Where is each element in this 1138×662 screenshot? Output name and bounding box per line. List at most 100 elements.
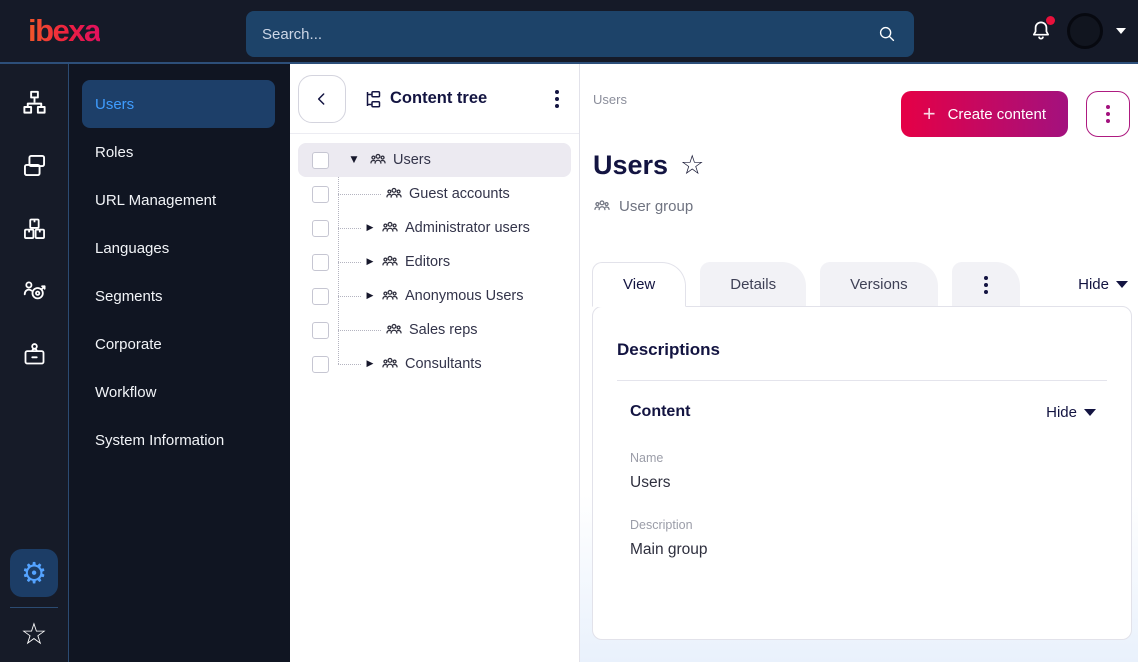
create-content-button[interactable]: + Create content [900, 91, 1068, 137]
tree-item-checkbox[interactable] [312, 219, 329, 237]
caret-down-icon [1084, 408, 1096, 416]
app-shell: ⚙ ☆ Users Roles URL Management Languages… [0, 64, 1138, 662]
segmentation-target-icon[interactable] [10, 267, 58, 315]
sidebar-item-system-information[interactable]: System Information [82, 416, 275, 464]
tree-connector [338, 329, 381, 331]
breadcrumb[interactable]: Users [593, 92, 627, 107]
tree-item-checkbox[interactable] [312, 321, 329, 339]
field-name: Name Users [630, 451, 1107, 492]
ibexa-logo[interactable]: ibexa [28, 13, 101, 49]
sidebar-item-label: System Information [95, 431, 225, 449]
sidebar-item-label: Corporate [95, 335, 162, 353]
sidebar-item-url-management[interactable]: URL Management [82, 176, 275, 224]
page-actions: + Create content [900, 91, 1130, 137]
expand-node-icon[interactable]: ▶ [363, 257, 377, 267]
settings-gear-icon[interactable]: ⚙ [10, 549, 58, 597]
ibexa-admin-window: ibexa Search... ⚙ ☆ Users Roles URL Mana… [0, 0, 1138, 662]
collapse-tree-button[interactable] [298, 74, 346, 123]
sidebar-item-corporate[interactable]: Corporate [82, 320, 275, 368]
field-value: Users [630, 474, 671, 491]
top-bar: ibexa [0, 0, 1138, 64]
collapse-node-icon[interactable]: ▼ [347, 155, 361, 165]
card-divider [617, 380, 1107, 381]
sidebar-item-users[interactable]: Users [82, 80, 275, 128]
sidebar-item-label: Workflow [95, 383, 157, 401]
user-group-icon [381, 219, 399, 237]
tree-connector [338, 193, 381, 195]
sidebar-item-label: Languages [95, 239, 170, 257]
main-content: Users + Create content Users ☆ User grou… [580, 64, 1138, 662]
global-search-bar[interactable] [246, 11, 914, 57]
tree-item-label: Sales reps [409, 322, 478, 338]
sidebar-item-label: Users [95, 95, 135, 113]
tree-item-label: Users [393, 152, 431, 168]
tree-connector [338, 363, 361, 365]
sidebar-item-languages[interactable]: Languages [82, 224, 275, 272]
sidebar-item-workflow[interactable]: Workflow [82, 368, 275, 416]
field-description: Description Main group [630, 518, 1107, 559]
tree-item-checkbox[interactable] [312, 185, 329, 203]
content-tree-title: Content tree [390, 89, 488, 107]
rail-divider [10, 607, 58, 608]
tree-item-administrator-users[interactable]: ▶ Administrator users [298, 211, 571, 245]
tree-item-checkbox[interactable] [312, 151, 329, 169]
tree-connector [338, 261, 361, 263]
search-icon[interactable] [876, 23, 898, 45]
content-structure-icon[interactable] [10, 78, 58, 126]
tree-item-consultants[interactable]: ▶ Consultants [298, 347, 571, 381]
tree-item-checkbox[interactable] [312, 253, 329, 271]
content-list-icon[interactable] [10, 141, 58, 189]
tree-item-checkbox[interactable] [312, 355, 329, 373]
gear-glyph: ⚙ [21, 555, 47, 590]
tab-details[interactable]: Details [700, 262, 807, 307]
user-group-icon [385, 185, 403, 203]
field-label: Description [630, 518, 693, 532]
hide-section-button[interactable]: Hide [1046, 404, 1096, 421]
corporate-badge-icon[interactable] [10, 330, 58, 378]
notifications-bell-icon[interactable] [1028, 16, 1055, 44]
content-tree-panel: Content tree ▼ Users Guest accounts ▶ Ad… [290, 64, 580, 662]
user-avatar[interactable] [1067, 13, 1103, 49]
tree-item-anonymous-users[interactable]: ▶ Anonymous Users [298, 279, 571, 313]
tree-item-label: Guest accounts [409, 186, 510, 202]
sidebar-item-label: Segments [95, 287, 163, 305]
page-title: Users [593, 150, 669, 180]
search-input[interactable] [262, 25, 876, 43]
tab-view[interactable]: View [592, 262, 687, 307]
content-type-row: User group [593, 197, 693, 216]
tree-options-kebab-icon[interactable] [549, 84, 565, 114]
tab-versions[interactable]: Versions [820, 262, 938, 307]
plus-icon: + [922, 101, 936, 126]
sidebar-item-roles[interactable]: Roles [82, 128, 275, 176]
tree-item-checkbox[interactable] [312, 287, 329, 305]
content-type-label: User group [619, 198, 694, 215]
tree-item-guest-accounts[interactable]: Guest accounts [298, 177, 571, 211]
more-actions-button[interactable] [1086, 91, 1130, 137]
expand-node-icon[interactable]: ▶ [363, 223, 377, 233]
sidebar-item-label: URL Management [95, 191, 217, 209]
bookmarks-star-icon[interactable]: ☆ [21, 620, 48, 650]
user-group-icon [381, 287, 399, 305]
tree-item-users[interactable]: ▼ Users [298, 143, 571, 177]
kebab-icon [1100, 99, 1116, 129]
tree-view-icon [366, 90, 381, 108]
page-title-row: Users ☆ [593, 150, 704, 181]
content-tree-list: ▼ Users Guest accounts ▶ Administrator u… [290, 134, 579, 381]
expand-node-icon[interactable]: ▶ [363, 359, 377, 369]
sidebar-item-segments[interactable]: Segments [82, 272, 275, 320]
tab-more-kebab-icon[interactable] [951, 262, 1020, 307]
content-tree-header: Content tree [290, 64, 579, 134]
sidebar-item-label: Roles [95, 143, 134, 161]
hide-panel-button[interactable]: Hide [1078, 276, 1128, 293]
kebab-icon [978, 270, 994, 300]
favorite-star-icon[interactable]: ☆ [680, 152, 704, 179]
hide-label: Hide [1078, 276, 1109, 293]
tree-item-label: Editors [405, 254, 451, 270]
user-menu-caret-icon[interactable] [1116, 28, 1126, 34]
hide-label: Hide [1046, 403, 1077, 421]
tree-item-sales-reps[interactable]: Sales reps [298, 313, 571, 347]
object-states-icon[interactable] [10, 204, 58, 252]
tree-item-editors[interactable]: ▶ Editors [298, 245, 571, 279]
field-label: Name [630, 451, 664, 465]
expand-node-icon[interactable]: ▶ [363, 291, 377, 301]
